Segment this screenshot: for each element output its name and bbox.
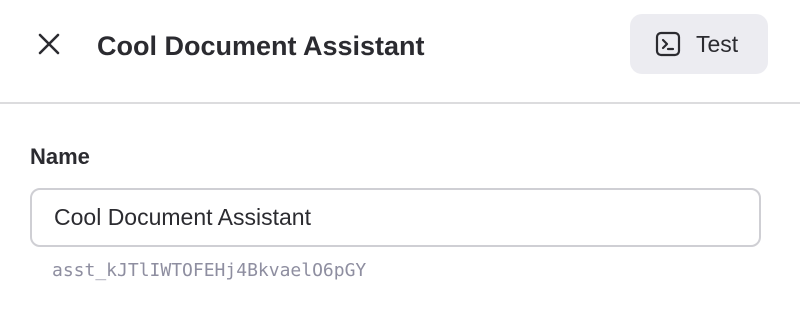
name-field-label: Name <box>30 144 90 169</box>
name-input[interactable] <box>30 188 761 247</box>
assistant-header: Cool Document Assistant Test <box>0 0 800 104</box>
close-button[interactable] <box>30 27 68 65</box>
test-button[interactable]: Test <box>630 14 768 74</box>
close-icon <box>36 31 62 62</box>
assistant-title: Cool Document Assistant <box>97 31 425 61</box>
assistant-id: asst_kJTlIWTOFEHj4BkvaelO6pGY <box>52 260 367 281</box>
terminal-icon <box>654 30 682 58</box>
test-button-label: Test <box>696 31 739 57</box>
